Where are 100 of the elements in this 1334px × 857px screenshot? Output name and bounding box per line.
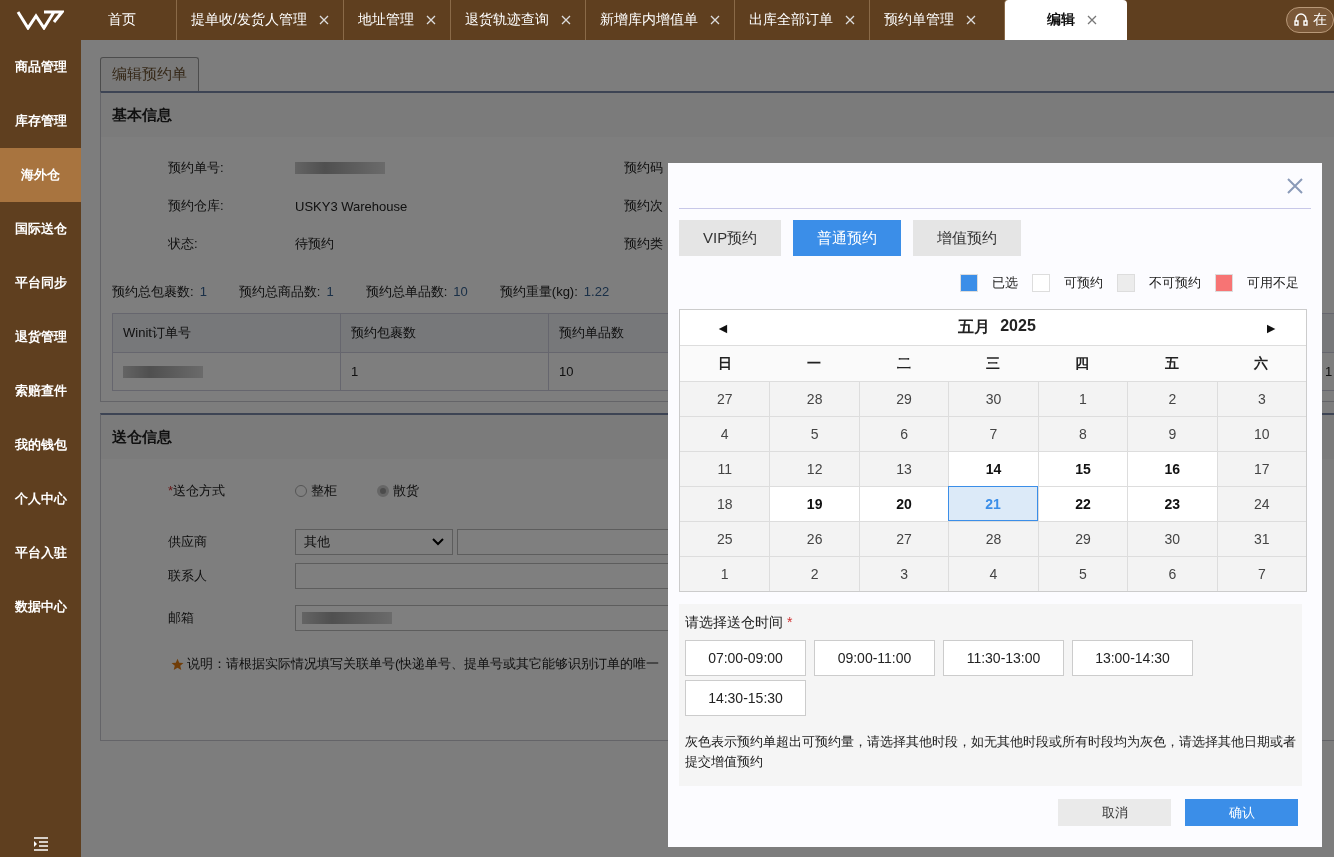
calendar-day: 28 <box>769 381 859 416</box>
calendar-day: 6 <box>858 416 949 451</box>
calendar-day[interactable]: 15 <box>1037 451 1128 486</box>
time-slot-button[interactable]: 13:00-14:30 <box>1072 640 1193 676</box>
calendar-day[interactable]: 16 <box>1127 451 1217 486</box>
month-label: 五月 <box>958 317 991 337</box>
field-label: 预约码 <box>624 159 663 177</box>
field-label: 预约仓库: <box>168 197 225 215</box>
time-slot-button[interactable]: 07:00-09:00 <box>685 640 806 676</box>
nav-tab[interactable]: 编辑 <box>1003 0 1127 40</box>
radio-icon[interactable] <box>295 485 307 497</box>
chevron-down-icon <box>432 538 444 546</box>
supplier-select[interactable]: 其他 <box>295 529 453 555</box>
radio-option[interactable]: 整柜 <box>295 482 337 500</box>
sidebar-item[interactable]: 平台同步 <box>0 256 81 310</box>
calendar-day: 24 <box>1216 486 1306 521</box>
weekday-header: 四 <box>1037 345 1128 381</box>
table-cell: 10 <box>559 364 574 379</box>
calendar-day: 13 <box>858 451 949 486</box>
calendar-day: 27 <box>858 521 949 556</box>
calendar-day: 2 <box>769 556 859 591</box>
summary-label: 预约总包裹数: <box>112 284 194 299</box>
summary-label: 预约总单品数: <box>365 284 448 299</box>
cancel-button[interactable]: 取消 <box>1058 799 1171 826</box>
calendar-day: 7 <box>1216 556 1306 591</box>
summary-value: 1 <box>326 284 334 299</box>
sidebar-item[interactable]: 海外仓 <box>0 148 81 202</box>
calendar-day: 30 <box>1127 521 1217 556</box>
calendar-day: 3 <box>858 556 949 591</box>
calendar-day[interactable]: 20 <box>858 486 949 521</box>
weekday-header: 一 <box>769 345 859 381</box>
field-label: 供应商 <box>168 533 208 551</box>
calendar-day[interactable]: 14 <box>948 451 1038 486</box>
field-label: 预约单号: <box>168 159 225 177</box>
calendar-day[interactable]: 19 <box>769 486 859 521</box>
time-slot-button[interactable]: 09:00-11:00 <box>814 640 935 676</box>
calendar-day: 31 <box>1216 521 1306 556</box>
calendar-day: 1 <box>680 556 770 591</box>
calendar-day: 6 <box>1127 556 1217 591</box>
sidebar-item[interactable]: 平台入驻 <box>0 526 81 580</box>
calendar-day: 4 <box>680 416 770 451</box>
calendar-day: 3 <box>1216 381 1306 416</box>
field-label: 请选择送仓时间 * <box>685 614 794 632</box>
calendar-day: 10 <box>1216 416 1306 451</box>
summary-value: 1.22 <box>583 284 610 299</box>
field-label: 状态: <box>168 235 199 253</box>
calendar-day: 12 <box>769 451 859 486</box>
column-header: Winit订单号 <box>113 314 341 352</box>
logo-icon <box>16 10 64 30</box>
sidebar-item[interactable]: 个人中心 <box>0 472 81 526</box>
booking-type-tab[interactable]: 增值预约 <box>913 220 1022 256</box>
calendar-day: 5 <box>1037 556 1128 591</box>
calendar-day: 8 <box>1037 416 1128 451</box>
table-cell: 1 <box>1325 364 1333 379</box>
year-label: 2025 <box>1000 317 1036 336</box>
calendar-day: 9 <box>1127 416 1217 451</box>
nav-tab[interactable]: 首页 <box>82 0 176 40</box>
summary-value: 1 <box>199 284 207 299</box>
weekday-header: 五 <box>1127 345 1217 381</box>
weekday-header: 六 <box>1216 345 1306 381</box>
headset-icon <box>1293 12 1309 28</box>
calendar-day[interactable]: 23 <box>1127 486 1217 521</box>
sidebar-item[interactable]: 我的钱包 <box>0 418 81 472</box>
close-icon[interactable] <box>1086 15 1097 25</box>
booking-type-tab[interactable]: VIP预约 <box>679 220 782 256</box>
calendar-day: 5 <box>769 416 859 451</box>
calendar-day: 29 <box>1037 521 1128 556</box>
radio-option[interactable]: 散货 <box>377 482 419 500</box>
sidebar-item[interactable]: 退货管理 <box>0 310 81 364</box>
radio-icon[interactable] <box>377 485 389 497</box>
star-icon <box>171 657 184 671</box>
sidebar-item[interactable]: 国际送仓 <box>0 202 81 256</box>
field-label: 联系人 <box>168 567 208 585</box>
sidebar-item[interactable]: 数据中心 <box>0 580 81 634</box>
calendar-day: 7 <box>948 416 1038 451</box>
weekday-header: 日 <box>680 345 770 381</box>
calendar-day[interactable]: 22 <box>1037 486 1128 521</box>
field-value: USKY3 Warehouse <box>295 198 409 214</box>
table-cell: 1 <box>351 364 359 379</box>
legend-label: 可预约 <box>1064 274 1103 292</box>
column-header: 预约包裹数 <box>341 314 549 352</box>
legend-label: 已选 <box>992 274 1018 292</box>
sidebar-item[interactable]: 索赔查件 <box>0 364 81 418</box>
time-slot-button[interactable]: 11:30-13:00 <box>943 640 1064 676</box>
summary-label: 预约总商品数: <box>238 284 321 299</box>
sidebar-item[interactable]: 商品管理 <box>0 40 81 94</box>
summary-value: 10 <box>453 284 468 299</box>
summary-label: 预约重量(kg): <box>499 284 578 299</box>
sidebar-item[interactable]: 库存管理 <box>0 94 81 148</box>
calendar-day: 1 <box>1037 381 1128 416</box>
online-service-button[interactable]: 在 <box>1286 7 1334 33</box>
calendar-day: 26 <box>769 521 859 556</box>
weekday-header: 三 <box>948 345 1038 381</box>
calendar-day: 11 <box>680 451 770 486</box>
calendar-day: 27 <box>680 381 770 416</box>
collapse-menu-icon[interactable] <box>32 837 49 851</box>
previous-month-button[interactable]: ◄ <box>716 319 730 336</box>
time-slot-button[interactable]: 14:30-15:30 <box>685 680 806 716</box>
calendar-day: 29 <box>858 381 949 416</box>
next-month-button[interactable]: ► <box>1264 319 1278 336</box>
